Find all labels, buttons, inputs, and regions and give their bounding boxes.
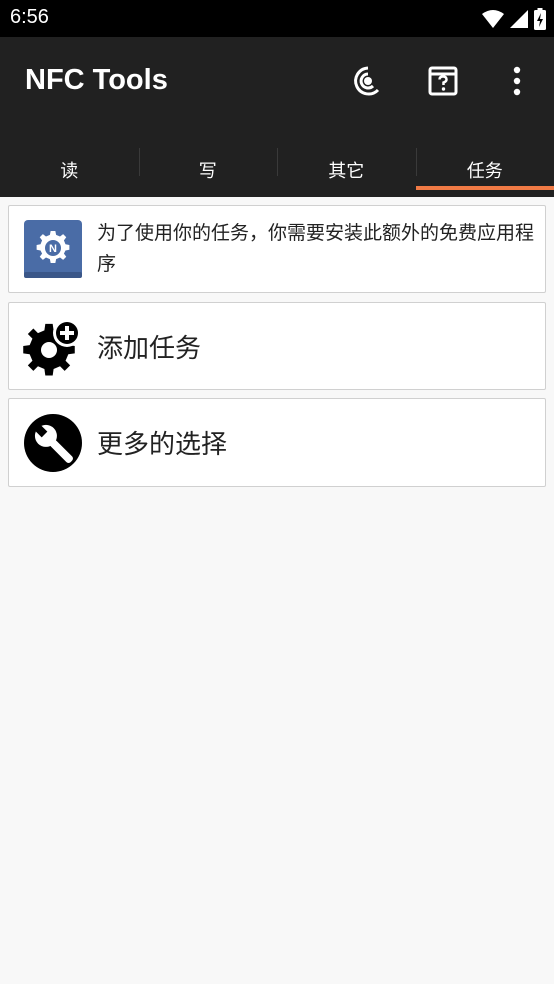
svg-text:N: N (49, 243, 57, 255)
status-icons (482, 7, 546, 31)
wrench-icon (23, 413, 83, 473)
nfc-scan-button[interactable] (348, 61, 388, 101)
status-bar: 6:56 (0, 0, 554, 37)
more-options-label: 更多的选择 (97, 430, 228, 460)
add-task-card[interactable]: 添加任务 (8, 302, 546, 390)
wifi-icon (482, 10, 504, 28)
tab-read-label: 读 (60, 160, 79, 182)
app-bar: NFC Tools 读 写 其它 任务 (0, 37, 554, 197)
cellular-signal-icon (510, 10, 528, 28)
install-tasks-app-card[interactable]: N 为了使用你的任务，你需要安装此额外的免费应用程序 (8, 205, 546, 293)
nfc-scan-icon (354, 66, 380, 96)
app-title: NFC Tools (25, 64, 168, 96)
tab-write[interactable]: 写 (138, 142, 278, 197)
more-options-button[interactable] (497, 61, 537, 101)
add-task-label: 添加任务 (97, 333, 202, 364)
tab-bar: 读 写 其它 任务 (0, 142, 554, 197)
tab-write-label: 写 (198, 160, 217, 182)
tab-read[interactable]: 读 (0, 142, 139, 197)
tab-other-label: 其它 (328, 160, 365, 182)
add-task-gear-icon (23, 316, 83, 376)
tab-other[interactable]: 其它 (277, 142, 416, 197)
more-options-icon (513, 66, 521, 96)
battery-icon (534, 8, 546, 30)
status-time: 6:56 (10, 6, 49, 28)
tab-tasks[interactable]: 任务 (415, 142, 554, 197)
tab-tasks-label: 任务 (466, 160, 503, 182)
install-app-message: 为了使用你的任务，你需要安装此额外的免费应用程序 (97, 222, 535, 275)
help-button[interactable] (423, 61, 463, 101)
help-icon (428, 66, 458, 96)
nfc-tasks-app-icon: N (23, 219, 83, 279)
more-options-card[interactable]: 更多的选择 (8, 398, 546, 487)
